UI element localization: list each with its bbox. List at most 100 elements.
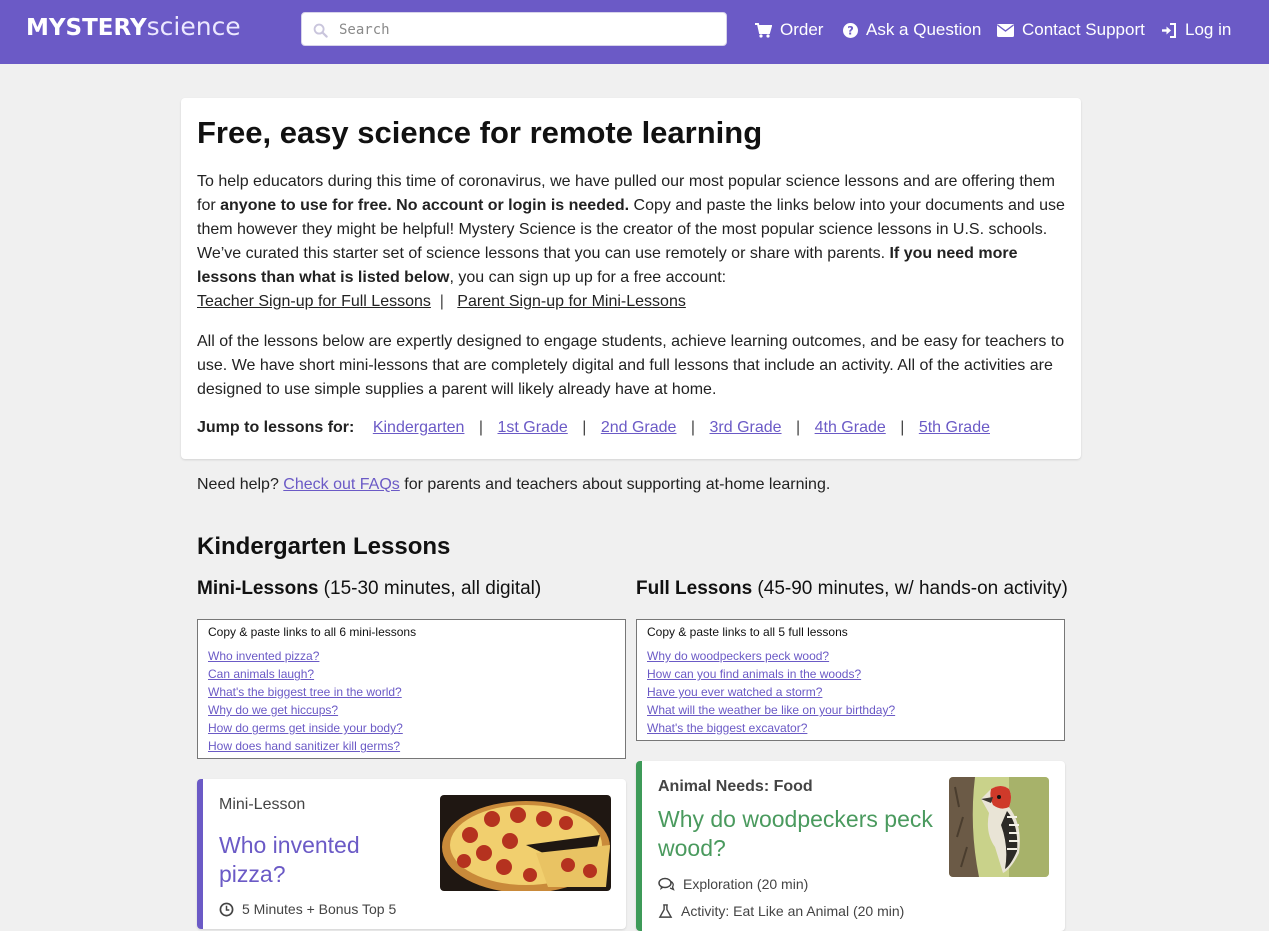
cart-icon [755, 22, 772, 38]
mini-heading-bold: Mini-Lessons [197, 578, 319, 599]
signup-links-line: Teacher Sign-up for Full Lessons | Paren… [197, 290, 1065, 314]
lesson-title-line: Why do woodpeckers peck [658, 806, 933, 832]
intro-text: To help educators during this time of co… [197, 173, 1055, 190]
intro-line: We’ve curated this starter set of scienc… [197, 242, 1065, 266]
lessons-description: All of the lessons below are expertly de… [197, 330, 1064, 402]
intro-line: To help educators during this time of co… [197, 170, 1065, 194]
kindergarten-heading: Kindergarten Lessons [197, 533, 451, 560]
contact-support-link[interactable]: Contact Support [997, 19, 1145, 41]
mini-lesson-link[interactable]: Can animals laugh? [208, 665, 615, 683]
mini-lesson-link[interactable]: How does hand sanitizer kill germs? [208, 737, 615, 755]
intro-text: , you can sign up up for a free account: [449, 269, 727, 286]
jump-1st-grade-link[interactable]: 1st Grade [498, 419, 568, 436]
intro-line: for anyone to use for free. No account o… [197, 194, 1065, 218]
comments-icon [658, 877, 675, 891]
jump-4th-grade-link[interactable]: 4th Grade [815, 419, 886, 436]
lesson-title-line: wood? [658, 835, 726, 861]
intro-bold-text: anyone to use for free. No account or lo… [220, 197, 630, 214]
envelope-icon [997, 23, 1014, 37]
pizza-thumbnail[interactable] [440, 795, 611, 891]
lesson-unit-label: Animal Needs: Food [658, 778, 813, 795]
full-heading-detail: (45-90 minutes, w/ hands-on activity) [752, 578, 1068, 599]
ask-question-link[interactable]: ? Ask a Question [843, 19, 981, 41]
description-line: designed to use simple supplies a parent… [197, 381, 717, 398]
flask-icon [658, 903, 673, 918]
full-lesson-link[interactable]: What's the biggest excavator? [647, 719, 1054, 737]
lesson-type-label: Mini-Lesson [219, 796, 306, 813]
full-lesson-link[interactable]: Why do woodpeckers peck wood? [647, 647, 1054, 665]
intro-text: We’ve curated this starter set of scienc… [197, 245, 890, 262]
intro-paragraph: To help educators during this time of co… [197, 170, 1065, 314]
lesson-title[interactable]: Who invented pizza? [219, 831, 360, 889]
full-lesson-link[interactable]: Have you ever watched a storm? [647, 683, 1054, 701]
mini-lesson-link[interactable]: How do germs get inside your body? [208, 719, 615, 737]
lesson-title[interactable]: Why do woodpeckers peck wood? [658, 805, 933, 863]
card-accent-bar [636, 761, 642, 931]
help-line: Need help? Check out FAQs for parents an… [197, 476, 830, 494]
intro-line: them however they might be helpful! Myst… [197, 218, 1065, 242]
search-box[interactable] [301, 12, 727, 47]
jump-separator: | [690, 419, 696, 436]
pizza-image [440, 795, 611, 891]
exploration-duration: Exploration (20 min) [658, 876, 808, 892]
card-accent-bar [197, 779, 203, 929]
jump-3rd-grade-link[interactable]: 3rd Grade [710, 419, 782, 436]
page-title: Free, easy science for remote learning [197, 115, 763, 150]
description-line: All of the lessons below are expertly de… [197, 333, 1065, 350]
intro-text: them however they might be helpful! Myst… [197, 221, 1048, 238]
ask-question-label: Ask a Question [866, 20, 982, 39]
exploration-text: Exploration (20 min) [683, 876, 809, 892]
full-heading-bold: Full Lessons [636, 578, 753, 599]
jump-5th-grade-link[interactable]: 5th Grade [919, 419, 990, 436]
activity-duration: Activity: Eat Like an Animal (20 min) [658, 903, 904, 919]
mini-lesson-link[interactable]: What's the biggest tree in the world? [208, 683, 615, 701]
full-lesson-link[interactable]: How can you find animals in the woods? [647, 665, 1054, 683]
jump-separator: | [796, 419, 801, 436]
search-input[interactable] [337, 13, 721, 47]
mini-lesson-link[interactable]: Who invented pizza? [208, 647, 615, 665]
lesson-title-line: pizza? [219, 861, 286, 887]
order-link[interactable]: Order [755, 19, 823, 41]
signup-divider: | [439, 293, 444, 310]
mini-lessons-link-box: Copy & paste links to all 6 mini-lessons… [197, 619, 626, 759]
intro-line: lessons than what is listed below, you c… [197, 266, 1065, 290]
mini-lesson-card[interactable]: Mini-Lesson Who invented pizza? 5 Minute… [197, 779, 626, 929]
woodpecker-image [949, 777, 1049, 877]
login-link[interactable]: Log in [1161, 19, 1231, 41]
faq-link[interactable]: Check out FAQs [283, 476, 400, 493]
help-text: for parents and teachers about supportin… [399, 476, 831, 493]
intro-bold-text: If you need more [889, 245, 1018, 262]
intro-text: for [197, 197, 221, 214]
question-circle-icon: ? [843, 22, 858, 38]
jump-2nd-grade-link[interactable]: 2nd Grade [601, 419, 677, 436]
svg-text:?: ? [847, 24, 854, 37]
jump-kindergarten-link[interactable]: Kindergarten [373, 419, 465, 436]
activity-text: Activity: Eat Like an Animal (20 min) [681, 903, 905, 919]
top-navigation-bar: MYSTERY science Order ? Ask a Question C… [0, 0, 1269, 64]
link-box-title: Copy & paste links to all 5 full lessons [647, 625, 848, 639]
help-text: Need help? [197, 476, 284, 493]
order-label: Order [780, 20, 824, 39]
clock-icon [219, 902, 234, 916]
teacher-signup-link[interactable]: Teacher Sign-up for Full Lessons [197, 293, 431, 310]
mystery-science-logo[interactable]: MYSTERY science [26, 12, 241, 48]
mini-heading-detail: (15-30 minutes, all digital) [318, 578, 542, 599]
search-icon [313, 23, 328, 38]
full-lesson-link[interactable]: What will the weather be like on your bi… [647, 701, 1054, 719]
intro-text: Copy and paste the links below into your… [629, 197, 1065, 214]
grade-jump-links: Jump to lessons for: Kindergarten | 1st … [197, 419, 990, 437]
login-label: Log in [1185, 20, 1232, 39]
parent-signup-link[interactable]: Parent Sign-up for Mini-Lessons [457, 293, 686, 310]
sign-in-icon [1162, 22, 1176, 38]
jump-separator: | [478, 419, 484, 436]
full-lesson-card[interactable]: Animal Needs: Food Why do woodpeckers pe… [636, 761, 1065, 931]
woodpecker-thumbnail[interactable] [949, 777, 1049, 877]
jump-label: Jump to lessons for: [197, 419, 355, 436]
intro-bold-text: lessons than what is listed below [197, 269, 450, 286]
logo-light-text: science [146, 12, 241, 41]
jump-separator: | [900, 419, 905, 436]
mini-lesson-link[interactable]: Why do we get hiccups? [208, 701, 615, 719]
mini-lessons-heading: Mini-Lessons (15-30 minutes, all digital… [197, 578, 541, 600]
description-line: use. We have short mini-lessons that are… [197, 357, 1053, 374]
contact-support-label: Contact Support [1022, 20, 1145, 39]
